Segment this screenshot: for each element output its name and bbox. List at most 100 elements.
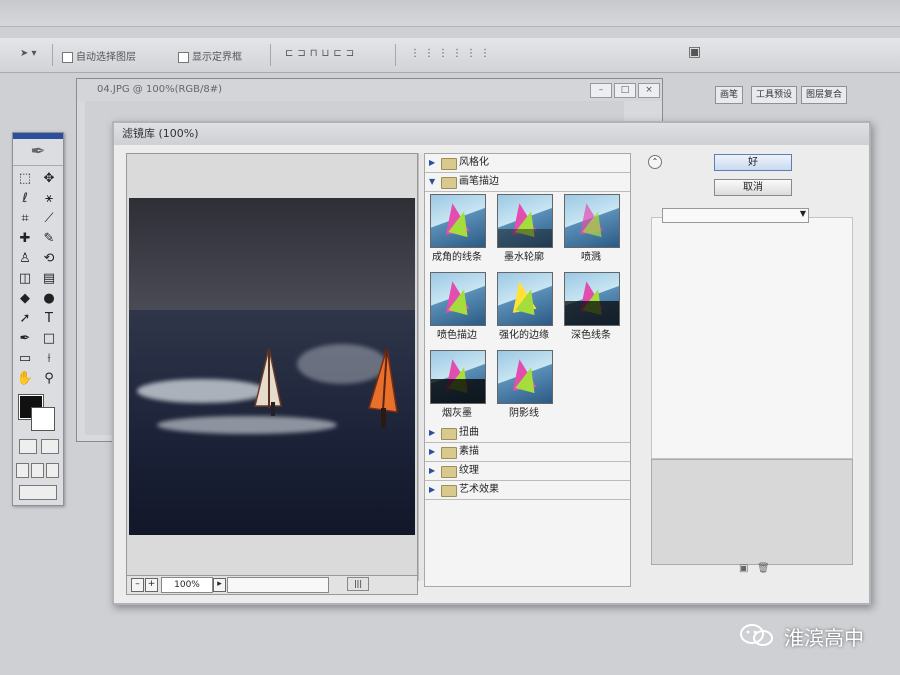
pen-icon[interactable]: ✒ <box>15 329 35 347</box>
filter-select-dropdown[interactable]: ▼ <box>662 208 809 223</box>
scroll-thumb[interactable]: ||| <box>347 577 369 591</box>
preview-hscroll[interactable] <box>227 577 329 593</box>
slice-icon[interactable]: ⟋ <box>39 209 59 227</box>
clone-stamp-icon[interactable]: ♙ <box>15 249 35 267</box>
watermark-text: 淮滨高中 <box>784 626 864 650</box>
quick-mask-icon[interactable] <box>41 439 59 454</box>
document-title-bar: 04.JPG @ 100%(RGB/8#) – □ × <box>77 79 662 101</box>
delete-effect-layer-icon[interactable]: 🗑 <box>757 563 770 574</box>
zoom-field[interactable]: 100% <box>161 577 213 593</box>
shape-icon[interactable]: □ <box>39 329 59 347</box>
screen-mode-full-menu-icon[interactable] <box>31 463 44 478</box>
jump-to-imageready-icon[interactable] <box>19 485 57 500</box>
eraser-icon[interactable]: ◫ <box>15 269 35 287</box>
palette-well-icon[interactable]: ▣ <box>688 44 701 60</box>
zoom-in-button[interactable]: + <box>145 578 158 592</box>
marquee-icon[interactable]: ⬚ <box>15 169 35 187</box>
notes-icon[interactable]: ▭ <box>15 349 35 367</box>
folder-icon <box>441 158 457 170</box>
filter-thumb-spatter[interactable] <box>564 194 620 248</box>
history-brush-icon[interactable]: ⟲ <box>39 249 59 267</box>
filter-label: 墨水轮廓 <box>504 252 544 263</box>
tab-layer-comps[interactable]: 图层复合 <box>801 86 848 104</box>
divider <box>395 44 396 66</box>
magic-wand-icon[interactable]: ⚹ <box>39 189 59 207</box>
screen-mode-full-icon[interactable] <box>46 463 59 478</box>
filter-settings-panel <box>651 217 853 459</box>
tab-tool-presets[interactable]: 工具预设 <box>751 86 798 104</box>
auto-select-checkbox[interactable]: 自动选择图层 <box>62 48 136 63</box>
filter-thumb-crosshatch[interactable] <box>497 350 553 404</box>
dodge-icon[interactable]: ● <box>39 289 59 307</box>
filter-label: 烟灰墨 <box>442 408 472 419</box>
divider <box>270 44 271 66</box>
feather-logo-icon: ✒ <box>13 139 63 166</box>
filter-label: 阴影线 <box>509 408 539 419</box>
folder-icon <box>441 485 457 497</box>
wechat-icon <box>740 624 773 646</box>
tool-grid: ⬚ ✥ ℓ ⚹ ⌗ ⟋ ✚ ✎ ♙ ⟲ ◫ ▤ ◆ ● ➚ T ✒ □ ▭ ⟊ … <box>13 166 63 390</box>
filter-label: 成角的线条 <box>432 252 482 263</box>
filter-label: 强化的边缘 <box>499 330 549 341</box>
path-select-icon[interactable]: ➚ <box>15 309 35 327</box>
category-label: 扭曲 <box>459 427 479 438</box>
standard-mode-icon[interactable] <box>19 439 37 454</box>
filter-thumb-sprayed-strokes[interactable] <box>430 272 486 326</box>
filter-label: 喷色描边 <box>437 330 477 341</box>
wave-foam <box>157 416 337 434</box>
filter-thumb-accented-edges[interactable] <box>497 272 553 326</box>
filter-label: 喷溅 <box>581 252 601 263</box>
filter-thumb-sumi-e[interactable] <box>430 350 486 404</box>
collapse-gallery-icon[interactable]: ⌃ <box>648 155 662 169</box>
category-distort[interactable]: ▶ 扭曲 <box>425 424 630 443</box>
category-brush-strokes[interactable]: ▼ 画笔描边 <box>425 173 630 192</box>
zoom-icon[interactable]: ⚲ <box>39 369 59 387</box>
expand-arrow-icon: ▶ <box>429 447 436 456</box>
chevron-down-icon: ▼ <box>799 209 806 218</box>
type-icon[interactable]: T <box>39 309 59 327</box>
ok-button[interactable]: 好 <box>714 154 792 171</box>
category-texture[interactable]: ▶ 纹理 <box>425 462 630 481</box>
filter-thumb-angled-strokes[interactable] <box>430 194 486 248</box>
healing-brush-icon[interactable]: ✚ <box>15 229 35 247</box>
align-icons[interactable]: ⊏⊐⊓⊔⊏⊐ <box>285 48 358 59</box>
eyedropper-icon[interactable]: ⟊ <box>39 349 59 367</box>
distribute-icons[interactable]: ⋮⋮⋮⋮⋮⋮ <box>410 48 494 59</box>
close-icon[interactable]: × <box>638 83 660 98</box>
minimize-icon[interactable]: – <box>590 83 612 98</box>
category-label: 纹理 <box>459 465 479 476</box>
preview-pane[interactable] <box>126 153 418 583</box>
maximize-icon[interactable]: □ <box>614 83 636 98</box>
document-title: 04.JPG @ 100%(RGB/8#) <box>97 84 223 95</box>
windsurfer-white-sail <box>254 348 282 416</box>
move-tool-icon[interactable]: ➤ ▾ <box>20 48 37 59</box>
gradient-icon[interactable]: ▤ <box>39 269 59 287</box>
preview-zoom-bar: – + 100% ▸ ||| <box>126 575 418 595</box>
show-bounds-checkbox[interactable]: 显示定界框 <box>178 48 242 63</box>
category-label: 风格化 <box>459 157 489 168</box>
move-icon[interactable]: ✥ <box>39 169 59 187</box>
zoom-out-button[interactable]: – <box>131 578 144 592</box>
zoom-dropdown-icon[interactable]: ▸ <box>213 578 226 592</box>
folder-icon <box>441 447 457 459</box>
hand-icon[interactable]: ✋ <box>15 369 35 387</box>
filter-thumb-dark-strokes[interactable] <box>564 272 620 326</box>
crop-icon[interactable]: ⌗ <box>15 209 35 227</box>
category-sketch[interactable]: ▶ 素描 <box>425 443 630 462</box>
brush-filter-thumbnails: 成角的线条 墨水轮廓 喷溅 喷色描边 强化的边缘 深色线条 烟灰墨 阴影线 <box>425 192 630 424</box>
new-effect-layer-icon[interactable]: ▣ <box>739 563 748 574</box>
expand-arrow-icon: ▶ <box>429 428 436 437</box>
blur-icon[interactable]: ◆ <box>15 289 35 307</box>
divider <box>52 44 53 66</box>
screen-mode-standard-icon[interactable] <box>16 463 29 478</box>
lasso-icon[interactable]: ℓ <box>15 189 35 207</box>
category-stylize[interactable]: ▶ 风格化 <box>425 154 630 173</box>
dialog-title: 滤镜库 (100%) <box>114 123 869 145</box>
expand-arrow-icon: ▶ <box>429 466 436 475</box>
tab-brushes[interactable]: 画笔 <box>715 86 744 104</box>
background-color-swatch[interactable] <box>31 407 55 431</box>
cancel-button[interactable]: 取消 <box>714 179 792 196</box>
category-artistic[interactable]: ▶ 艺术效果 <box>425 481 630 500</box>
brush-icon[interactable]: ✎ <box>39 229 59 247</box>
filter-thumb-ink-outlines[interactable] <box>497 194 553 248</box>
